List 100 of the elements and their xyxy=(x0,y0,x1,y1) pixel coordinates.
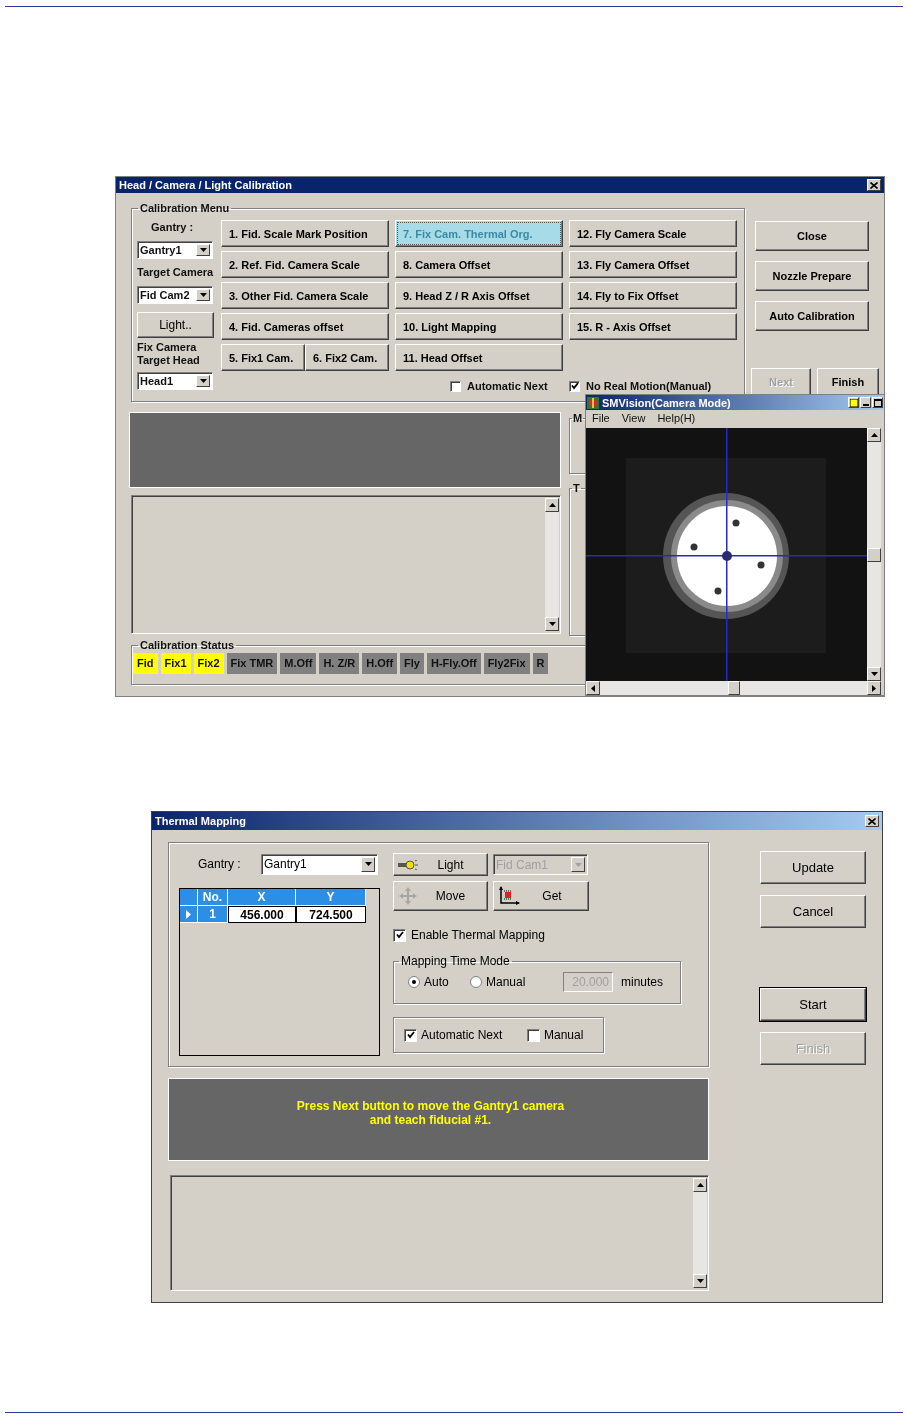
light-button[interactable]: Light xyxy=(393,853,488,876)
scroll-up-button[interactable] xyxy=(867,428,881,442)
scrollbar[interactable] xyxy=(867,428,881,681)
action-button[interactable]: Start xyxy=(760,988,866,1021)
move-icon xyxy=(398,886,418,906)
status-chip: Fly2Fix xyxy=(483,653,530,674)
move-button[interactable]: Move xyxy=(393,881,488,911)
scroll-down-button[interactable] xyxy=(867,667,881,681)
checkbox[interactable] xyxy=(527,1028,540,1042)
scroll-thumb[interactable] xyxy=(867,547,881,562)
menu-button[interactable]: 6. Fix2 Cam. xyxy=(305,344,389,371)
status-chip: Fix1 xyxy=(160,653,191,674)
menu-button[interactable]: 4. Fid. Cameras offset xyxy=(221,313,389,340)
radio-label: Auto xyxy=(424,975,449,989)
minimize-button[interactable] xyxy=(860,397,871,408)
menu-button[interactable]: 10. Light Mapping xyxy=(395,313,563,340)
column-header: X xyxy=(228,889,296,906)
menu-button[interactable]: 2. Ref. Fid. Camera Scale xyxy=(221,251,389,278)
caret-icon xyxy=(199,293,207,297)
head-dropdown[interactable]: Head1 xyxy=(137,372,213,390)
action-button[interactable]: Close xyxy=(755,221,869,251)
column-header: No. xyxy=(198,889,228,906)
camera-dropdown[interactable]: Fid Cam2 xyxy=(137,286,213,304)
group-label: T xyxy=(572,482,581,494)
table-cell: 1 xyxy=(198,906,228,923)
step-button[interactable]: Finish xyxy=(817,368,879,396)
status-chip: Fly xyxy=(400,653,424,674)
checkbox[interactable] xyxy=(569,380,580,392)
row-header xyxy=(180,889,198,906)
checkbox[interactable] xyxy=(450,380,461,392)
action-button[interactable]: Auto Calibration xyxy=(755,301,869,331)
scroll-up-button[interactable] xyxy=(693,1178,707,1192)
checkmark-icon xyxy=(570,382,579,390)
status-chip: Fix2 xyxy=(193,653,224,674)
field-label: Gantry : xyxy=(198,857,242,871)
pin-button[interactable] xyxy=(848,397,859,408)
scrollbar[interactable] xyxy=(545,498,559,631)
column-header: Y xyxy=(296,889,366,906)
scroll-right-button[interactable] xyxy=(867,681,881,695)
scroll-down-button[interactable] xyxy=(545,617,559,631)
axes-icon xyxy=(498,886,520,906)
action-button[interactable]: Nozzle Prepare xyxy=(755,261,869,291)
action-button[interactable]: Update xyxy=(760,851,866,884)
status-chip: H. Z/R xyxy=(319,653,360,674)
status-chip: Fid xyxy=(133,653,158,674)
get-button[interactable]: Get xyxy=(493,881,589,911)
checkbox[interactable] xyxy=(404,1028,417,1042)
up-arrow-icon xyxy=(870,433,878,437)
menu-button[interactable]: 12. Fly Camera Scale xyxy=(569,220,737,247)
caret-icon xyxy=(574,862,582,867)
menu-button[interactable]: 9. Head Z / R Axis Offset xyxy=(395,282,563,309)
window-title: Thermal Mapping xyxy=(155,815,247,827)
menu-button[interactable]: 1. Fid. Scale Mark Position xyxy=(221,220,389,247)
checkmark-icon xyxy=(395,931,404,939)
caret-icon xyxy=(364,862,372,866)
down-arrow-icon xyxy=(548,622,556,626)
menu-button[interactable]: 13. Fly Camera Offset xyxy=(569,251,737,278)
action-button[interactable]: Cancel xyxy=(760,895,866,928)
field-label: Gantry : xyxy=(151,221,194,235)
caret-icon xyxy=(199,248,207,252)
scroll-left-button[interactable] xyxy=(586,681,600,695)
field-label: Target Camera xyxy=(137,266,214,280)
checkbox-label: Automatic Next xyxy=(467,380,548,392)
menu-item[interactable]: View xyxy=(621,412,646,424)
scroll-down-button[interactable] xyxy=(693,1274,707,1288)
down-arrow-icon xyxy=(696,1279,704,1283)
menu-button[interactable]: 14. Fly to Fix Offset xyxy=(569,282,737,309)
menu-button[interactable]: 5. Fix1 Cam. xyxy=(221,344,305,371)
right-arrow-icon xyxy=(872,684,876,692)
group-label: M xyxy=(572,412,584,424)
close-button[interactable] xyxy=(867,179,881,191)
light-button[interactable]: Light.. xyxy=(137,312,214,338)
menu-button[interactable]: 3. Other Fid. Camera Scale xyxy=(221,282,389,309)
scrollbar[interactable] xyxy=(586,681,881,695)
table-cell: 724.500 xyxy=(296,906,366,923)
menu-item[interactable]: Help(H) xyxy=(657,412,696,424)
caret-icon xyxy=(199,379,207,383)
menu-button[interactable]: 8. Camera Offset xyxy=(395,251,563,278)
checkbox[interactable] xyxy=(393,928,406,942)
row-indicator[interactable] xyxy=(180,906,198,923)
status-message: Press Next button to move the Gantry1 camera and teach fiducial #1. xyxy=(296,1098,565,1127)
close-icon xyxy=(870,181,878,189)
close-button[interactable] xyxy=(865,815,879,827)
scrollbar[interactable] xyxy=(693,1178,707,1288)
unit-label: minutes xyxy=(621,975,664,989)
status-chip: R xyxy=(532,653,549,674)
menu-button[interactable]: 15. R - Axis Offset xyxy=(569,313,737,340)
radio-button[interactable] xyxy=(408,976,420,988)
menu-button[interactable]: 11. Head Offset xyxy=(395,344,563,371)
scroll-thumb[interactable] xyxy=(727,681,740,695)
checkbox-label: Enable Thermal Mapping xyxy=(411,928,545,942)
maximize-button[interactable] xyxy=(872,397,883,408)
checkbox-label: Automatic Next xyxy=(421,1028,503,1042)
gantry-dropdown[interactable]: Gantry1 xyxy=(261,853,378,875)
menu-item[interactable]: File xyxy=(592,412,610,424)
radio-button[interactable] xyxy=(470,976,482,988)
status-chip: M.Off xyxy=(280,653,317,674)
scroll-up-button[interactable] xyxy=(545,498,559,512)
gantry-dropdown[interactable]: Gantry1 xyxy=(137,241,213,259)
up-arrow-icon xyxy=(696,1183,704,1187)
